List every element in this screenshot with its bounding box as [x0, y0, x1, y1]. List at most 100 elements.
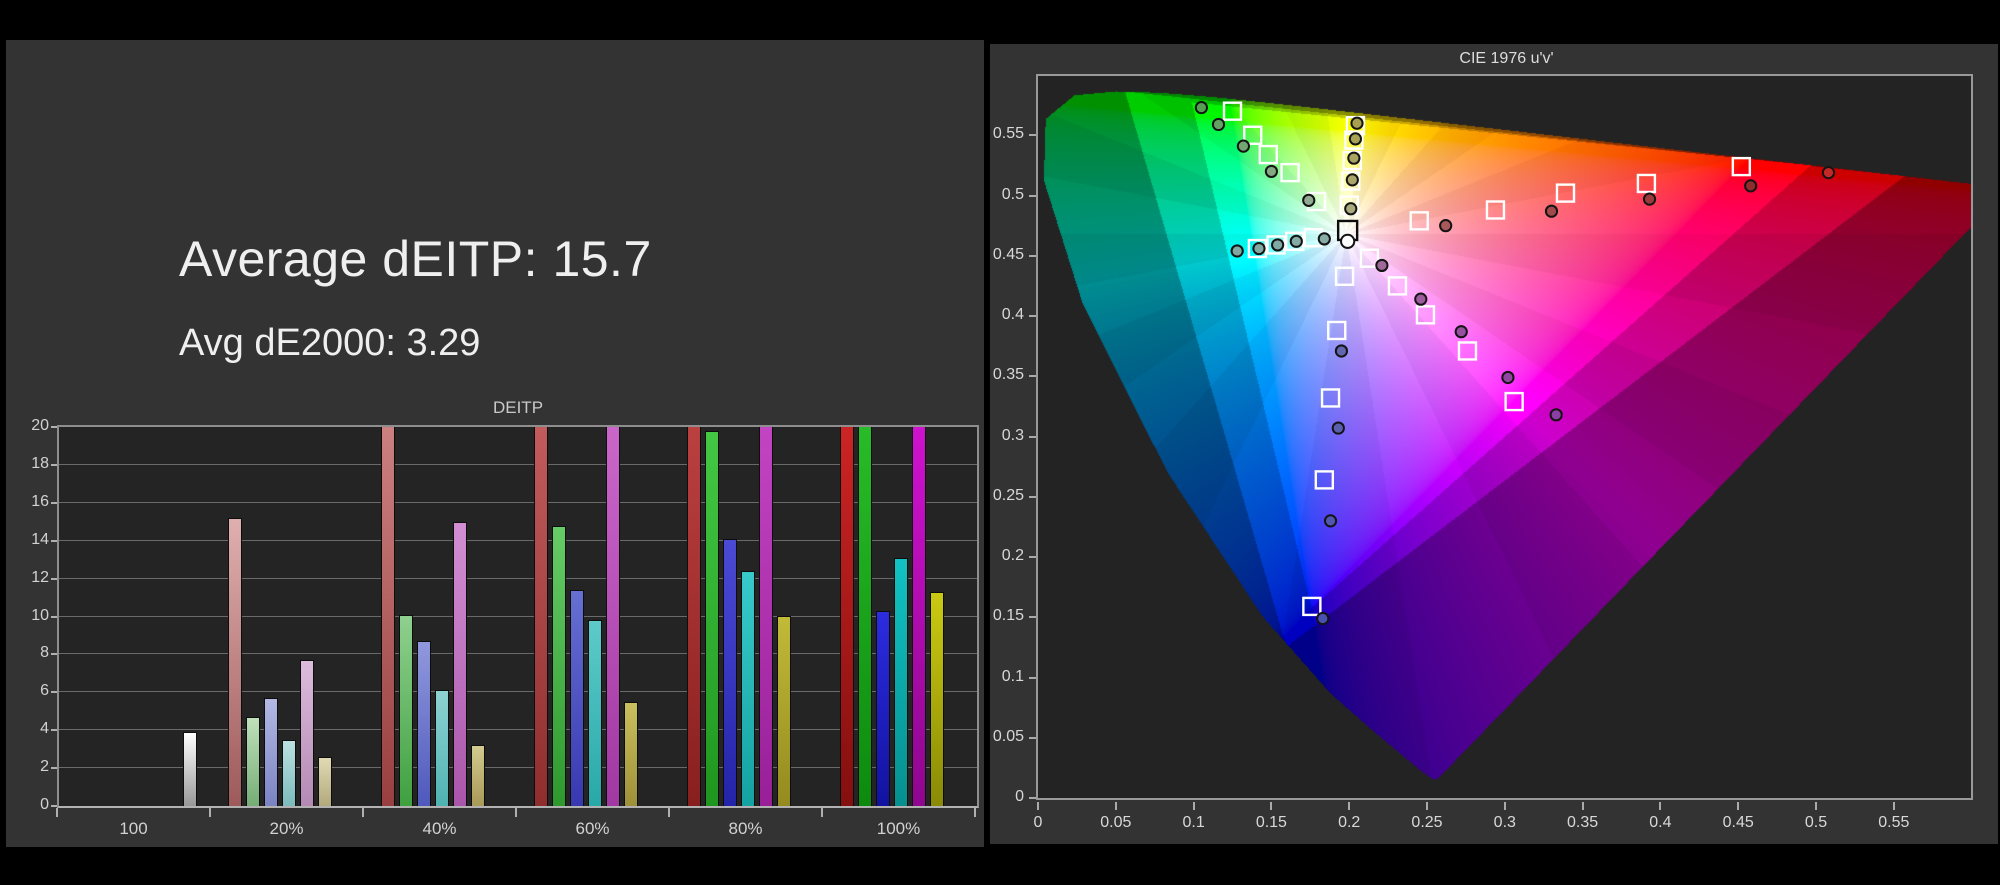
y-axis-tick-label: 20: [31, 417, 49, 434]
measurement-circle-yellow: [1345, 173, 1359, 187]
y-axis-tick-label: 16: [31, 492, 49, 510]
y-axis-tick-label: 4: [40, 720, 49, 738]
measurement-circle-yellow: [1348, 132, 1363, 146]
bar-yellow: [317, 757, 332, 806]
bar-blue: [263, 698, 278, 806]
measurement-circle-red: [1642, 192, 1657, 206]
y-axis-tick-label: 0.15: [992, 607, 1024, 625]
target-square-magenta: [1504, 391, 1524, 412]
bar-green: [857, 427, 872, 806]
target-square-magenta: [1415, 305, 1436, 325]
y-axis-tick: [1029, 435, 1036, 438]
bar-white: [182, 732, 197, 806]
target-square-red: [1555, 183, 1576, 203]
y-axis-tick: [1029, 194, 1036, 197]
measurement-circle-blue: [1334, 344, 1349, 358]
bar-magenta: [911, 427, 926, 806]
deitp-summary-panel: Average dEITP: 15.7 Avg dE2000: 3.29 DEI…: [6, 40, 984, 847]
x-axis-tick: [1659, 802, 1662, 810]
y-axis-tick: [1029, 375, 1036, 378]
x-axis-category-label: 40%: [422, 819, 457, 838]
x-axis-tick-label: 0.3: [1493, 814, 1516, 831]
y-axis-tick-label: 18: [31, 454, 49, 472]
x-axis-category-label: 20%: [269, 819, 304, 838]
bar-yellow: [470, 745, 485, 806]
cie-chart-title: CIE 1976 u'v': [1459, 50, 1554, 67]
target-square-red: [1636, 173, 1657, 194]
measurement-circle-cyan: [1289, 234, 1303, 248]
bar-cyan: [434, 690, 449, 806]
measurement-circle-magenta: [1375, 258, 1389, 273]
y-axis-tick: [51, 463, 57, 466]
x-axis-tick-label: 0: [1033, 814, 1043, 831]
y-axis-tick-label: 0.3: [1001, 426, 1024, 444]
y-axis-tick: [51, 501, 57, 504]
y-axis-tick-label: 0.4: [1001, 306, 1024, 324]
y-axis-tick: [1029, 736, 1036, 739]
y-axis-tick: [1029, 134, 1036, 137]
x-axis-tick: [1192, 802, 1195, 810]
y-axis-tick-label: 0.25: [992, 486, 1024, 504]
y-axis-tick: [1029, 616, 1036, 619]
bar-chart-title: DEITP: [492, 398, 544, 417]
y-axis-tick-label: 0.55: [992, 125, 1024, 143]
target-square-blue: [1327, 320, 1347, 341]
y-axis-tick: [51, 426, 57, 428]
measurement-circle-yellow: [1344, 202, 1358, 216]
measurement-circle-green: [1194, 100, 1208, 115]
measurement-circle-green: [1302, 193, 1316, 207]
y-axis-tick: [1029, 676, 1036, 679]
target-square-green: [1280, 162, 1300, 183]
measurement-circle-magenta: [1549, 408, 1563, 422]
x-axis-category-label: 60%: [575, 819, 610, 838]
bar-green: [398, 615, 413, 806]
measurement-circle-white: [1340, 233, 1356, 249]
x-axis-tick-label: 0.2: [1338, 814, 1361, 831]
measurement-circle-green: [1264, 164, 1279, 179]
bar-group: [518, 427, 671, 806]
x-axis-category-label: 100%: [876, 819, 921, 838]
y-axis-tick-label: 0.5: [1001, 185, 1024, 203]
bar-yellow: [776, 616, 791, 806]
report-page: Average dEITP: 15.7 Avg dE2000: 3.29 DEI…: [0, 0, 2000, 885]
measurement-circle-magenta: [1414, 292, 1428, 306]
measurement-circle-blue: [1331, 421, 1345, 435]
y-axis-tick-label: 12: [31, 568, 49, 586]
y-axis-tick: [1029, 556, 1036, 558]
bar-blue: [875, 611, 890, 806]
bar-cyan: [740, 571, 755, 806]
y-axis-tick: [1029, 315, 1036, 318]
bar-red: [227, 518, 242, 806]
measurement-circle-red: [1439, 219, 1453, 233]
measurement-circle-cyan: [1317, 232, 1331, 246]
average-deitp-heading: Average dEITP: 15.7: [179, 231, 652, 287]
y-axis-tick-label: 0: [40, 796, 49, 813]
target-square-green: [1258, 144, 1278, 165]
cie-chart-panel: CIE 1976 u'v' 0 0.05 0.1 0.15 0.2 0.25 0.3 0.35…: [990, 44, 1998, 844]
y-axis-tick: [51, 653, 57, 656]
measurement-circle-blue: [1316, 611, 1330, 626]
target-square-magenta: [1359, 248, 1380, 268]
measurement-circle-red: [1744, 179, 1758, 193]
y-axis-tick: [51, 577, 57, 580]
bar-green: [245, 717, 260, 806]
y-axis-tick: [1029, 495, 1036, 498]
bar-group: [671, 427, 824, 806]
bar-magenta: [299, 660, 314, 806]
x-axis-tick: [1815, 802, 1818, 810]
bar-group: [59, 427, 212, 806]
bar-cyan: [587, 620, 602, 806]
bar-magenta: [758, 427, 773, 806]
bar-blue: [416, 641, 431, 806]
measurement-circle-cyan: [1252, 241, 1266, 256]
target-square-blue: [1302, 596, 1322, 617]
y-axis-tick-label: 2: [40, 758, 49, 776]
measurement-circle-yellow: [1350, 116, 1364, 130]
bar-cyan: [893, 558, 908, 806]
target-square-blue: [1314, 470, 1335, 490]
x-axis-tick: [362, 808, 364, 817]
x-axis-tick: [1581, 802, 1584, 810]
measurement-circle-green: [1236, 139, 1250, 153]
bar-magenta: [605, 427, 620, 806]
y-axis-tick: [1029, 254, 1036, 257]
